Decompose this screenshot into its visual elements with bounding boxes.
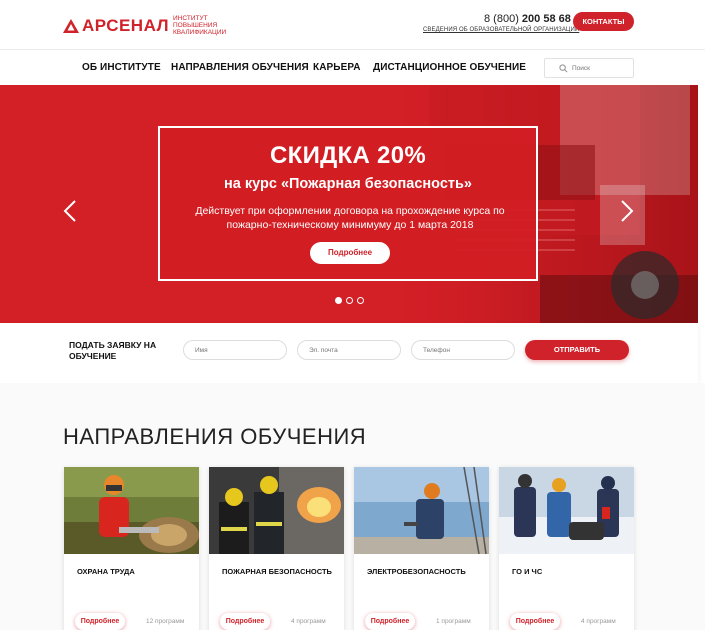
direction-card-fire[interactable]: ПОЖАРНАЯ БЕЗОПАСНОСТЬ Подробнее 4 програ…: [209, 467, 344, 630]
hero-banner: СКИДКА 20% на курс «Пожарная безопасност…: [0, 85, 698, 323]
slider-dot[interactable]: [335, 297, 342, 304]
card-title: ОХРАНА ТРУДА: [77, 567, 135, 576]
chainsaw-worker-image: [64, 467, 199, 554]
search-icon: [559, 64, 568, 73]
request-form: ПОДАТЬ ЗАЯВКУ НА ОБУЧЕНИЕ ОТПРАВИТЬ: [0, 323, 698, 383]
card-program-count: 12 программ: [146, 618, 185, 625]
card-title: ГО И ЧС: [512, 567, 543, 576]
logo[interactable]: АРСЕНАЛ ИНСТИТУТ ПОВЫШЕНИЯ КВАЛИФИКАЦИИ: [63, 15, 253, 36]
card-title: ПОЖАРНАЯ БЕЗОПАСНОСТЬ: [222, 567, 332, 576]
card-program-count: 1 программ: [436, 618, 471, 625]
promo-details-button[interactable]: Подробнее: [310, 242, 390, 264]
nav-item-about[interactable]: ОБ ИНСТИТУТЕ: [82, 62, 161, 73]
top-header: АРСЕНАЛ ИНСТИТУТ ПОВЫШЕНИЯ КВАЛИФИКАЦИИ …: [0, 0, 705, 50]
chevron-left-icon[interactable]: [63, 200, 77, 222]
submit-button[interactable]: ОТПРАВИТЬ: [525, 340, 629, 360]
search-box[interactable]: [544, 58, 634, 78]
nav-item-career[interactable]: КАРЬЕРА: [313, 62, 361, 73]
phone-prefix: 8 (800): [484, 13, 519, 25]
card-title: ЭЛЕКТРОБЕЗОПАСНОСТЬ: [367, 567, 466, 576]
firefighters-image: [209, 467, 344, 554]
request-form-label: ПОДАТЬ ЗАЯВКУ НА ОБУЧЕНИЕ: [69, 340, 157, 361]
search-input[interactable]: [572, 62, 632, 75]
nav-item-directions[interactable]: НАПРАВЛЕНИЯ ОБУЧЕНИЯ: [171, 62, 309, 73]
phone-field[interactable]: [411, 340, 515, 360]
card-details-button[interactable]: Подробнее: [75, 613, 125, 630]
contacts-button[interactable]: КОНТАКТЫ: [573, 12, 634, 31]
slider-dot[interactable]: [346, 297, 353, 304]
logo-triangle-icon: [63, 18, 79, 33]
promo-title: СКИДКА 20%: [269, 142, 426, 169]
card-program-count: 4 программ: [581, 618, 616, 625]
logo-text: АРСЕНАЛ: [82, 15, 169, 35]
promo-box: СКИДКА 20% на курс «Пожарная безопасност…: [158, 126, 538, 281]
card-program-count: 4 программ: [291, 618, 326, 625]
emergency-rescuers-image: [499, 467, 634, 554]
logo-subtitle: ИНСТИТУТ ПОВЫШЕНИЯ КВАЛИФИКАЦИИ: [173, 15, 227, 36]
direction-card-electric[interactable]: ЭЛЕКТРОБЕЗОПАСНОСТЬ Подробнее 1 программ: [354, 467, 489, 630]
promo-description: Действует при оформлении договора на про…: [195, 205, 505, 231]
card-details-button[interactable]: Подробнее: [365, 613, 415, 630]
direction-card-emergency[interactable]: ГО И ЧС Подробнее 4 программ: [499, 467, 634, 630]
card-details-button[interactable]: Подробнее: [510, 613, 560, 630]
org-info-link[interactable]: СВЕДЕНИЯ ОБ ОБРАЗОВАТЕЛЬНОЙ ОРГАНИЗАЦИИ: [423, 27, 579, 33]
nav-item-distance[interactable]: ДИСТАНЦИОННОЕ ОБУЧЕНИЕ: [373, 62, 526, 73]
electrician-image: [354, 467, 489, 554]
promo-subtitle: на курс «Пожарная безопасность»: [224, 176, 472, 192]
name-field[interactable]: [183, 340, 287, 360]
phone-number[interactable]: 8 (800) 200 58 68: [484, 13, 571, 25]
direction-card-labor[interactable]: ОХРАНА ТРУДА Подробнее 12 программ: [64, 467, 199, 630]
slider-dots: [335, 297, 364, 304]
card-details-button[interactable]: Подробнее: [220, 613, 270, 630]
email-field[interactable]: [297, 340, 401, 360]
section-title: НАПРАВЛЕНИЯ ОБУЧЕНИЯ: [63, 424, 367, 449]
slider-dot[interactable]: [357, 297, 364, 304]
chevron-right-icon[interactable]: [620, 200, 634, 222]
phone-main: 200 58 68: [521, 13, 571, 25]
